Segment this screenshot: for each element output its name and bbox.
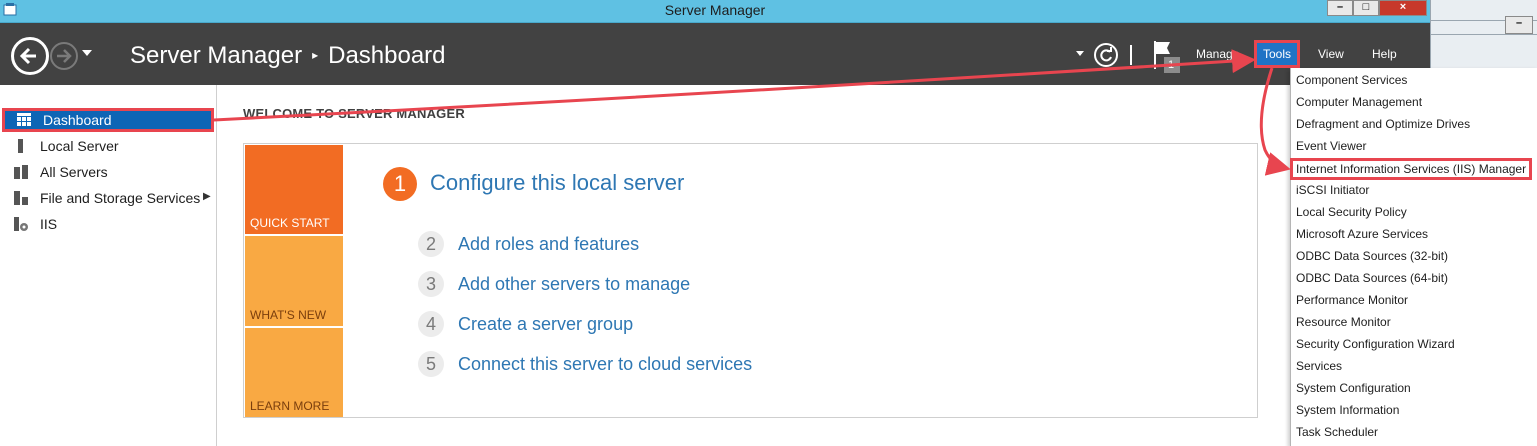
step-number-badge: 2 — [418, 231, 444, 257]
tools-menu-item[interactable]: Performance Monitor — [1296, 291, 1408, 309]
step-number-badge: 3 — [418, 271, 444, 297]
menu-tools[interactable]: Tools — [1254, 40, 1300, 68]
refresh-button[interactable] — [1094, 43, 1118, 67]
step-link-add-roles[interactable]: Add roles and features — [458, 234, 639, 255]
breadcrumb: Server Manager ▸ Dashboard — [130, 42, 446, 70]
sidebar-item-label: All Servers — [40, 164, 108, 180]
tools-menu-item[interactable]: Component Services — [1296, 71, 1407, 89]
server-icon — [18, 139, 23, 153]
tile-whats-new[interactable]: WHAT'S NEW — [245, 236, 343, 326]
tools-menu-item[interactable]: ODBC Data Sources (32-bit) — [1296, 247, 1448, 265]
tile-label: LEARN MORE — [250, 399, 330, 413]
notifications-button[interactable]: 1 — [1152, 39, 1182, 75]
minimize-button[interactable]: – — [1327, 0, 1353, 16]
step-link-connect-cloud[interactable]: Connect this server to cloud services — [458, 354, 752, 375]
menu-help[interactable]: Help — [1372, 47, 1397, 61]
storage-icon — [14, 191, 28, 205]
step-link-configure-local-server[interactable]: Configure this local server — [430, 170, 684, 196]
refresh-icon — [1100, 47, 1112, 62]
tools-menu-item-iis-manager[interactable]: Internet Information Services (IIS) Mana… — [1290, 158, 1532, 180]
tools-menu-item[interactable]: Task Scheduler — [1296, 423, 1378, 441]
tile-label: WHAT'S NEW — [250, 308, 327, 322]
step-link-create-server-group[interactable]: Create a server group — [458, 314, 633, 335]
dashboard-grid-icon — [17, 113, 31, 126]
sidebar-item-all-servers[interactable]: All Servers — [14, 161, 108, 183]
tools-menu-item[interactable]: Local Security Policy — [1296, 203, 1407, 221]
tools-menu-item[interactable]: Microsoft Azure Services — [1296, 225, 1428, 243]
flag-icon — [1154, 41, 1180, 73]
window-title: Server Manager — [664, 2, 766, 18]
tile-label: QUICK START — [250, 216, 330, 230]
tools-menu-item[interactable]: Resource Monitor — [1296, 313, 1391, 331]
sidebar-item-label: Local Server — [40, 138, 119, 154]
sidebar-item-iis[interactable]: IIS — [14, 213, 57, 235]
iis-icon — [14, 217, 28, 231]
breadcrumb-separator: ▸ — [312, 48, 319, 62]
step-link-add-servers[interactable]: Add other servers to manage — [458, 274, 690, 295]
back-arrow-icon — [19, 47, 36, 65]
sidebar-item-label: Dashboard — [43, 112, 112, 128]
back-button[interactable] — [11, 37, 49, 75]
history-dropdown-icon[interactable] — [82, 50, 92, 56]
step-number-badge: 1 — [383, 167, 417, 201]
tools-menu-item[interactable]: iSCSI Initiator — [1296, 181, 1369, 199]
tools-menu-item[interactable]: Defragment and Optimize Drives — [1296, 115, 1470, 133]
step-number-badge: 4 — [418, 311, 444, 337]
header-divider — [1130, 45, 1132, 65]
close-button[interactable]: × — [1379, 0, 1427, 16]
sidebar-item-label: IIS — [40, 216, 58, 232]
sidebar-item-label: File and Storage Services — [40, 190, 201, 206]
tools-menu-item[interactable]: Computer Management — [1296, 93, 1422, 111]
sidebar-item-dashboard[interactable]: Dashboard — [2, 108, 214, 132]
background-minimize-button[interactable]: – — [1505, 16, 1533, 34]
tile-learn-more[interactable]: LEARN MORE — [245, 328, 343, 417]
sidebar-item-local-server[interactable]: Local Server — [14, 135, 119, 157]
maximize-button[interactable]: □ — [1353, 0, 1379, 16]
sidebar-item-file-storage[interactable]: File and Storage Services — [14, 187, 200, 209]
title-bar: Server Manager — [0, 0, 1430, 23]
tile-quick-start[interactable]: QUICK START — [245, 145, 343, 234]
tools-menu-item[interactable]: Security Configuration Wizard — [1296, 335, 1455, 353]
forward-arrow-icon — [57, 49, 72, 63]
welcome-heading: WELCOME TO SERVER MANAGER — [243, 106, 465, 121]
menu-manage[interactable]: Manage — [1196, 47, 1239, 61]
menu-view[interactable]: View — [1318, 47, 1344, 61]
breadcrumb-app[interactable]: Server Manager — [130, 42, 302, 69]
breadcrumb-page: Dashboard — [328, 42, 446, 69]
tools-menu-item[interactable]: System Information — [1296, 401, 1399, 419]
expand-arrow-icon[interactable]: ▶ — [203, 191, 211, 202]
tools-menu-item[interactable]: Services — [1296, 357, 1342, 375]
tools-menu-item[interactable]: ODBC Data Sources (64-bit) — [1296, 269, 1448, 287]
refresh-dropdown-icon[interactable] — [1076, 51, 1084, 56]
tools-menu-item[interactable]: Event Viewer — [1296, 137, 1366, 155]
notification-count: 1 — [1168, 59, 1175, 71]
step-number-badge: 5 — [418, 351, 444, 377]
forward-button[interactable] — [50, 42, 78, 70]
tools-menu-item[interactable]: System Configuration — [1296, 379, 1411, 397]
servers-icon — [14, 165, 28, 179]
